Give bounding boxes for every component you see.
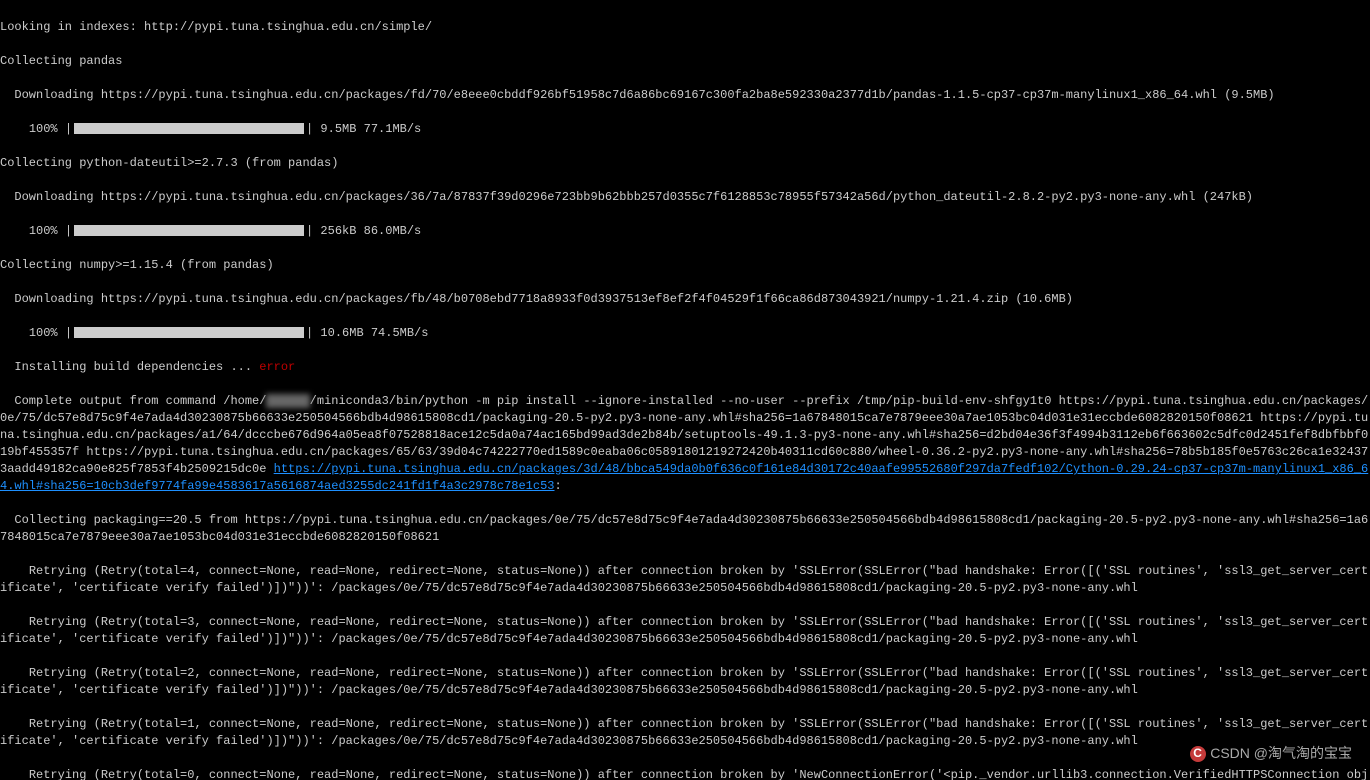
output-line: Collecting python-dateutil>=2.7.3 (from … [0,155,1370,172]
progress-bar-icon [74,225,304,236]
output-line: Complete output from command /home/xxxxx… [0,393,1370,495]
progress-line: 100% || 10.6MB 74.5MB/s [0,325,1370,342]
progress-line: 100% || 9.5MB 77.1MB/s [0,121,1370,138]
output-line: Collecting packaging==20.5 from https://… [0,512,1370,546]
progress-bar-icon [74,327,304,338]
output-line: Collecting numpy>=1.15.4 (from pandas) [0,257,1370,274]
output-line: Installing build dependencies ... error [0,359,1370,376]
output-line: Downloading https://pypi.tuna.tsinghua.e… [0,87,1370,104]
output-line: Collecting pandas [0,53,1370,70]
output-line: Retrying (Retry(total=3, connect=None, r… [0,614,1370,648]
output-line: Retrying (Retry(total=1, connect=None, r… [0,716,1370,750]
progress-bar-icon [74,123,304,134]
error-text: error [259,360,295,374]
output-line: Retrying (Retry(total=4, connect=None, r… [0,563,1370,597]
output-line: Downloading https://pypi.tuna.tsinghua.e… [0,189,1370,206]
csdn-logo-icon [1190,746,1206,762]
watermark-brand: CSDN [1210,745,1254,761]
output-line: Looking in indexes: http://pypi.tuna.tsi… [0,19,1370,36]
watermark-text: @淘气淘的宝宝 [1254,745,1352,761]
watermark: CSDN @淘气淘的宝宝 [1190,745,1352,762]
output-line: Retrying (Retry(total=2, connect=None, r… [0,665,1370,699]
output-line: Retrying (Retry(total=0, connect=None, r… [0,767,1370,780]
progress-line: 100% || 256kB 86.0MB/s [0,223,1370,240]
output-line: Downloading https://pypi.tuna.tsinghua.e… [0,291,1370,308]
redacted-text: xxxxxx [266,394,309,408]
terminal-output[interactable]: Looking in indexes: http://pypi.tuna.tsi… [0,0,1370,780]
